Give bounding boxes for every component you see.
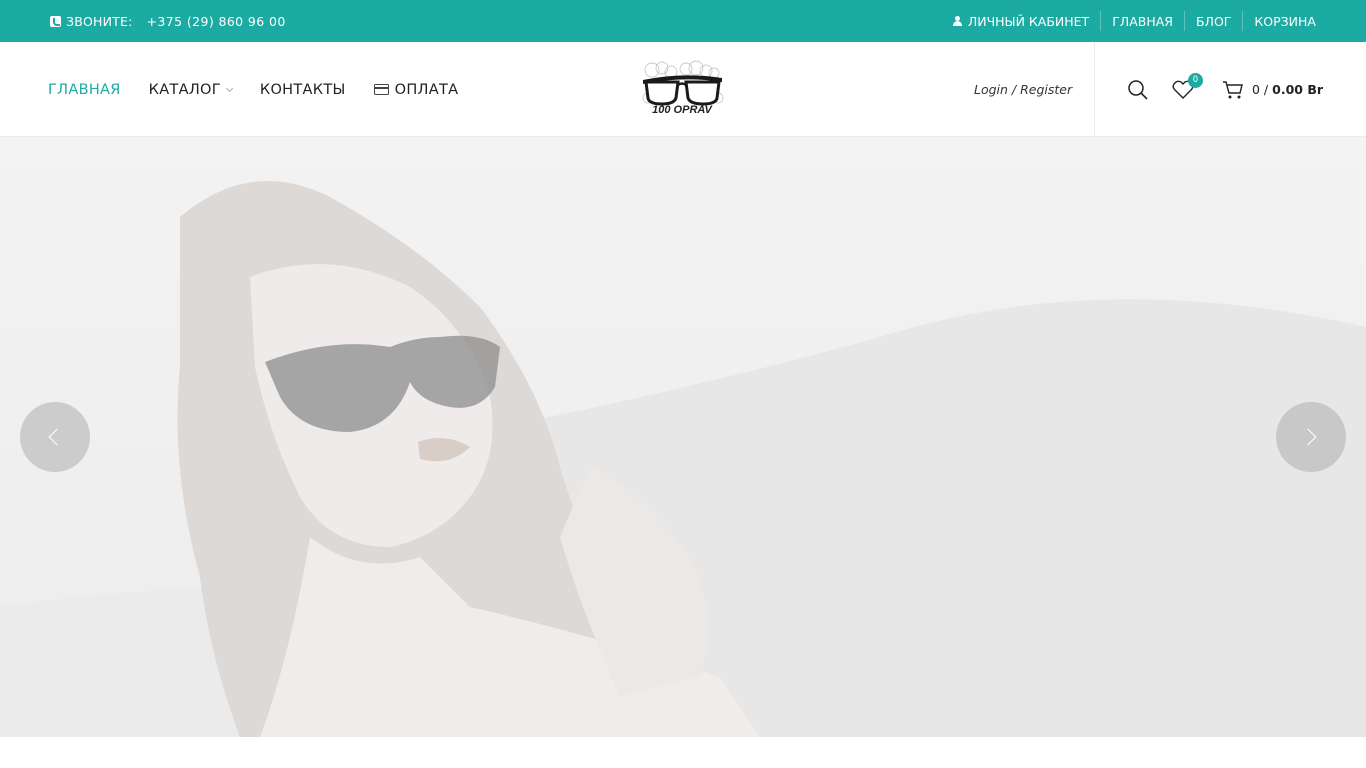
top-links: ЛИЧНЫЙ КАБИНЕТ ГЛАВНАЯ БЛОГ КОРЗИНА bbox=[942, 0, 1316, 42]
hero-slider bbox=[0, 137, 1366, 737]
phone-icon bbox=[50, 15, 61, 27]
home-link[interactable]: ГЛАВНАЯ bbox=[1100, 11, 1184, 31]
slider-next-button[interactable] bbox=[1276, 402, 1346, 472]
call-label: ЗВОНИТЕ: bbox=[66, 13, 133, 29]
glasses-logo-icon bbox=[642, 60, 724, 106]
slider-prev-button[interactable] bbox=[20, 402, 90, 472]
user-icon bbox=[952, 16, 962, 26]
nav-item-label: ГЛАВНАЯ bbox=[48, 81, 121, 98]
header-divider bbox=[1094, 42, 1095, 137]
nav-item-label: КОНТАКТЫ bbox=[259, 81, 346, 98]
site-logo[interactable]: 100 OPRAV bbox=[640, 60, 726, 122]
chevron-down-icon bbox=[225, 84, 233, 92]
account-link[interactable]: ЛИЧНЫЙ КАБИНЕТ bbox=[942, 11, 1100, 31]
cart-total: 0.00 Br bbox=[1272, 82, 1324, 97]
hero-image bbox=[0, 137, 1366, 737]
cart-count: 0 / bbox=[1252, 82, 1269, 97]
main-header: ГЛАВНАЯ КАТАЛОГ КОНТАКТЫ ОПЛАТА 100 OPRA… bbox=[0, 42, 1366, 137]
nav-item-payment[interactable]: ОПЛАТА bbox=[373, 81, 459, 98]
nav-item-home[interactable]: ГЛАВНАЯ bbox=[48, 82, 121, 98]
blog-link[interactable]: БЛОГ bbox=[1183, 11, 1242, 31]
main-nav: ГЛАВНАЯ КАТАЛОГ КОНТАКТЫ ОПЛАТА bbox=[48, 42, 486, 137]
phone-number[interactable]: +375 (29) 860 96 00 bbox=[147, 14, 286, 29]
chevron-right-icon bbox=[1299, 428, 1317, 446]
search-button[interactable] bbox=[1127, 42, 1149, 137]
cart-button[interactable]: 0 / 0.00 Br bbox=[1222, 42, 1323, 137]
cart-icon bbox=[1223, 80, 1243, 98]
cart-link[interactable]: КОРЗИНА bbox=[1242, 11, 1316, 31]
nav-item-catalog[interactable]: КАТАЛОГ bbox=[148, 81, 233, 98]
chevron-left-icon bbox=[48, 428, 66, 446]
wishlist-count-badge: 0 bbox=[1188, 73, 1203, 88]
nav-item-label: ОПЛАТА bbox=[394, 81, 459, 98]
wishlist-button[interactable]: 0 bbox=[1172, 42, 1203, 137]
credit-card-icon bbox=[373, 84, 389, 95]
logo-text: 100 OPRAV bbox=[652, 104, 712, 116]
account-link-label: ЛИЧНЫЙ КАБИНЕТ bbox=[967, 13, 1090, 29]
top-bar: ЗВОНИТЕ: +375 (29) 860 96 00 ЛИЧНЫЙ КАБИ… bbox=[0, 0, 1366, 42]
nav-item-label: КАТАЛОГ bbox=[148, 81, 221, 98]
search-icon bbox=[1128, 79, 1148, 100]
login-register-link[interactable]: Login / Register bbox=[974, 42, 1072, 137]
nav-item-contacts[interactable]: КОНТАКТЫ bbox=[260, 82, 346, 98]
contact-info: ЗВОНИТЕ: +375 (29) 860 96 00 bbox=[50, 0, 286, 42]
